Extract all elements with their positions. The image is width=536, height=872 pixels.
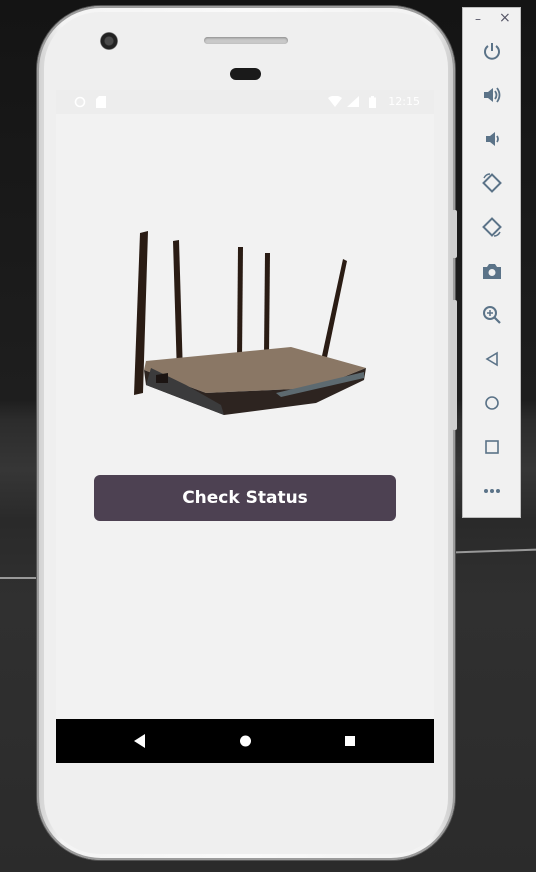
volume-down-icon[interactable] xyxy=(479,126,505,152)
signal-icon xyxy=(347,96,359,110)
status-bar: 12:15 xyxy=(56,90,434,114)
back-icon[interactable] xyxy=(479,346,505,372)
phone-side-button xyxy=(452,300,457,430)
phone-side-button xyxy=(452,210,457,258)
sync-icon xyxy=(74,96,86,111)
power-icon[interactable] xyxy=(479,38,505,64)
rotate-left-icon[interactable] xyxy=(479,170,505,196)
camera-icon[interactable] xyxy=(479,258,505,284)
back-icon[interactable] xyxy=(134,733,146,752)
minimize-button[interactable]: – xyxy=(475,12,481,26)
zoom-icon[interactable] xyxy=(479,302,505,328)
background-stripe xyxy=(0,577,40,579)
emulator-toolbar: – × xyxy=(462,7,521,518)
proximity-sensor xyxy=(230,68,261,80)
close-button[interactable]: × xyxy=(499,10,511,26)
router-image xyxy=(134,231,366,415)
status-time: 12:15 xyxy=(388,95,420,108)
wifi-icon xyxy=(328,95,342,110)
volume-up-icon[interactable] xyxy=(479,82,505,108)
front-camera xyxy=(100,32,118,50)
device-screen: 12:15 Check Status xyxy=(56,90,434,763)
check-status-button[interactable]: Check Status xyxy=(94,475,396,521)
earpiece-speaker xyxy=(204,37,288,44)
battery-icon xyxy=(369,96,376,111)
recents-icon[interactable] xyxy=(344,733,356,752)
navigation-bar xyxy=(56,719,434,763)
sd-card-icon xyxy=(96,96,106,111)
home-icon[interactable] xyxy=(239,733,252,752)
more-icon[interactable] xyxy=(479,478,505,504)
overview-icon[interactable] xyxy=(479,434,505,460)
rotate-right-icon[interactable] xyxy=(479,214,505,240)
home-icon[interactable] xyxy=(479,390,505,416)
